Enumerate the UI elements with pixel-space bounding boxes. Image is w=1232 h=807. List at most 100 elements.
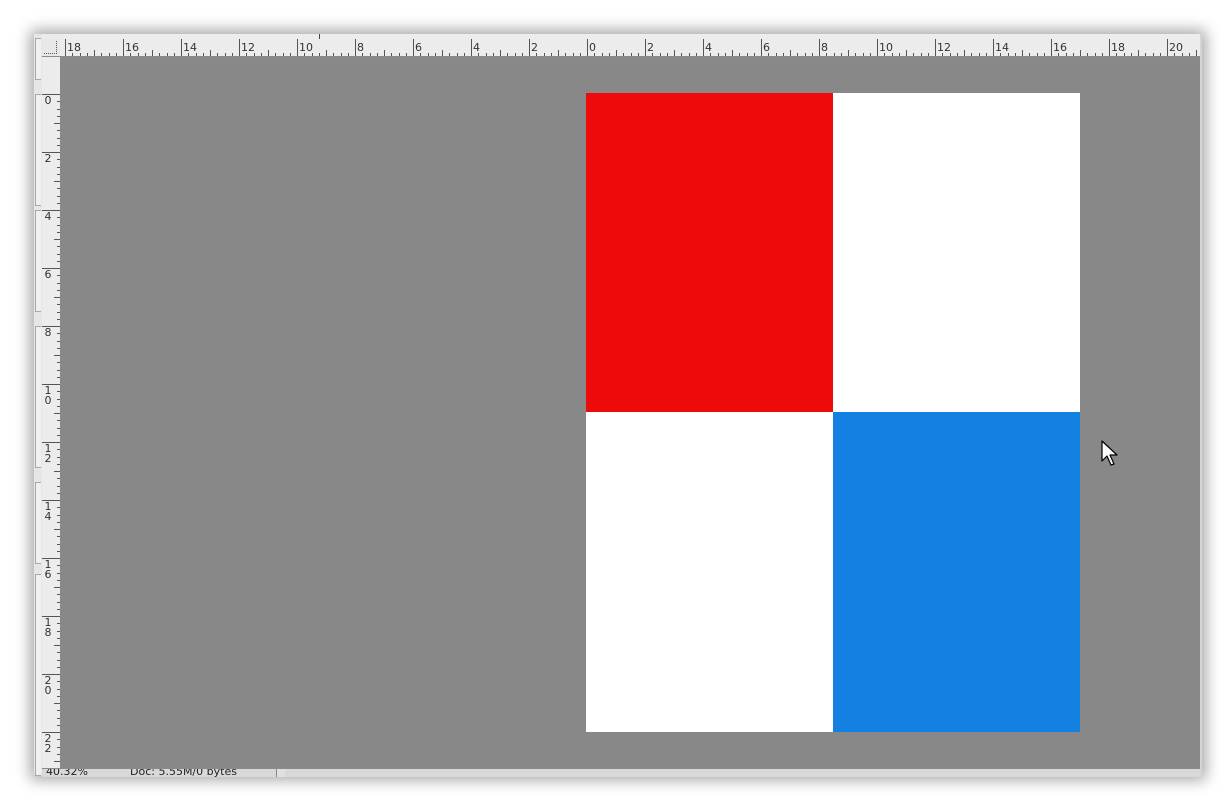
ruler-minor-tick — [340, 53, 342, 56]
ruler-minor-tick — [362, 53, 364, 56]
ruler-minor-tick — [978, 53, 980, 56]
ruler-label: 2 — [647, 41, 654, 54]
ruler-minor-tick — [282, 53, 284, 56]
ruler-minor-tick — [57, 405, 60, 407]
ruler-minor-tick — [782, 53, 784, 56]
ruler-minor-tick — [57, 159, 60, 161]
ruler-minor-tick — [57, 710, 60, 712]
ruler-major-tick — [877, 39, 878, 56]
ruler-minor-tick — [57, 507, 60, 509]
ruler-minor-tick — [57, 550, 60, 552]
ruler-minor-tick — [1022, 50, 1023, 56]
ruler-minor-tick — [376, 53, 378, 56]
ruler-minor-tick — [57, 492, 60, 494]
ruler-label: 12 — [44, 442, 52, 465]
ruler-minor-tick — [54, 123, 60, 124]
ruler-minor-tick — [57, 478, 60, 480]
ruler-label: 0 — [589, 41, 596, 54]
ruler-minor-tick — [956, 53, 958, 56]
ruler-minor-tick — [572, 53, 574, 56]
ruler-minor-tick — [804, 53, 806, 56]
white-rectangle-bottom-left[interactable] — [586, 412, 833, 732]
ruler-minor-tick — [57, 427, 60, 429]
ruler-minor-tick — [1123, 53, 1125, 56]
toolbar-segment[interactable] — [35, 574, 41, 776]
ruler-minor-tick — [57, 579, 60, 581]
ruler-major-tick — [297, 39, 298, 56]
ruler-minor-tick — [659, 53, 661, 56]
ruler-major-tick — [65, 39, 66, 56]
ruler-minor-tick — [746, 53, 748, 56]
ruler-minor-tick — [456, 53, 458, 56]
ruler-minor-tick — [862, 53, 864, 56]
ruler-minor-tick — [57, 688, 60, 690]
ruler-minor-tick — [57, 231, 60, 233]
ruler-minor-tick — [1014, 53, 1016, 56]
ruler-minor-tick — [398, 53, 400, 56]
ruler-minor-tick — [57, 521, 60, 523]
ruler-label: 8 — [357, 41, 364, 54]
ruler-minor-tick — [57, 608, 60, 610]
ruler-minor-tick — [57, 347, 60, 349]
ruler-minor-tick — [57, 202, 60, 204]
ruler-minor-tick — [115, 53, 117, 56]
ruler-minor-tick — [108, 53, 110, 56]
ruler-minor-tick — [54, 645, 60, 646]
toolbar-segment[interactable] — [35, 210, 41, 312]
status-menu-arrow-icon[interactable] — [276, 769, 285, 777]
ruler-minor-tick — [253, 53, 255, 56]
ruler-minor-tick — [57, 217, 60, 219]
toolbar-segment[interactable] — [35, 94, 41, 206]
ruler-minor-tick — [311, 53, 313, 56]
ruler-label: 18 — [1111, 41, 1125, 54]
ruler-origin-corner[interactable] — [42, 39, 61, 57]
horizontal-ruler[interactable]: 18 16 14 12 10 8 6 4 2 0 2 4 6 8 10 12 14 16 18 20 — [60, 39, 1200, 57]
ruler-label: 4 — [473, 41, 480, 54]
ruler-minor-tick — [57, 420, 60, 422]
zoom-level-field[interactable]: 40.32% — [46, 769, 100, 777]
ruler-minor-tick — [57, 434, 60, 436]
ruler-minor-tick — [1065, 53, 1067, 56]
ruler-minor-tick — [608, 53, 610, 56]
ruler-minor-tick — [57, 695, 60, 697]
ruler-minor-tick — [521, 53, 523, 56]
red-rectangle[interactable] — [586, 93, 833, 412]
blue-rectangle[interactable] — [833, 412, 1080, 732]
ruler-minor-tick — [732, 50, 733, 56]
ruler-minor-tick — [57, 391, 60, 393]
ruler-minor-tick — [898, 53, 900, 56]
toolbar-segment[interactable] — [35, 326, 41, 468]
vertical-ruler[interactable]: 0 2 4 6 8 10 12 14 16 18 20 22 — [42, 57, 61, 768]
ruler-minor-tick — [57, 637, 60, 639]
ruler-label: 12 — [241, 41, 255, 54]
ruler-minor-tick — [884, 53, 886, 56]
ruler-minor-tick — [434, 53, 436, 56]
toolbar-segment[interactable] — [35, 482, 41, 564]
ruler-minor-tick — [478, 53, 480, 56]
ruler-minor-tick — [594, 53, 596, 56]
ruler-minor-tick — [130, 53, 132, 56]
ruler-minor-tick — [57, 746, 60, 748]
ruler-minor-tick — [54, 239, 60, 240]
ruler-minor-tick — [137, 53, 139, 56]
ruler-minor-tick — [57, 398, 60, 400]
ruler-minor-tick — [449, 53, 451, 56]
ruler-label: 6 — [415, 41, 422, 54]
ruler-minor-tick — [1101, 53, 1103, 56]
white-rectangle-top-right[interactable] — [833, 93, 1080, 412]
document-canvas[interactable] — [586, 93, 1080, 732]
ruler-label: 4 — [705, 41, 712, 54]
ruler-minor-tick — [920, 53, 922, 56]
ruler-minor-tick — [54, 297, 60, 298]
ruler-minor-tick — [913, 53, 915, 56]
ruler-minor-tick — [1130, 53, 1132, 56]
ruler-minor-tick — [630, 53, 632, 56]
ruler-label: 10 — [44, 384, 52, 407]
ruler-minor-tick — [54, 529, 60, 530]
ruler-minor-tick — [840, 53, 842, 56]
toolbar-segment[interactable] — [35, 38, 41, 80]
document-info[interactable]: Doc: 5.55M/0 bytes — [130, 769, 270, 777]
ruler-label: 12 — [937, 41, 951, 54]
ruler-minor-tick — [826, 53, 828, 56]
ruler-minor-tick — [811, 53, 813, 56]
